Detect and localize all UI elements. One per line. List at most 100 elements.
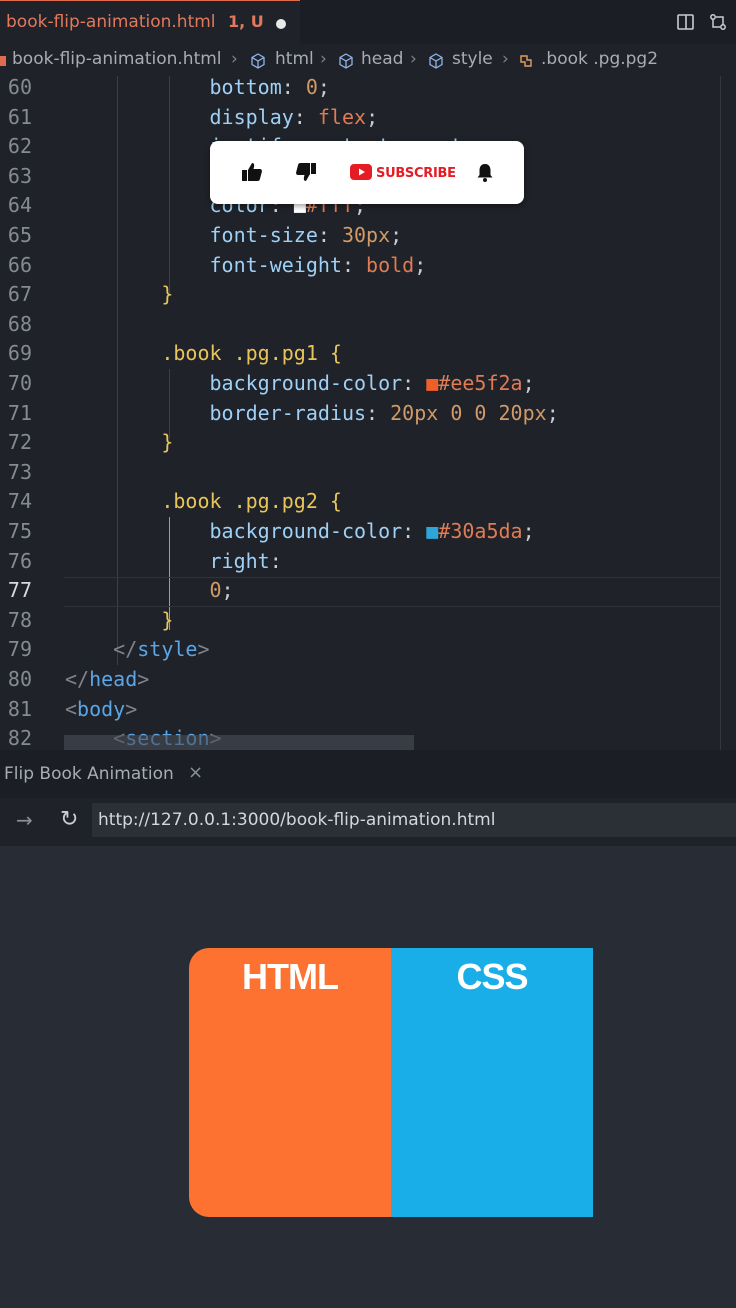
code-text: <body> (65, 696, 138, 721)
code-text: bottom: 0; (209, 76, 330, 99)
line-number: 80 (7, 667, 32, 691)
page-2-label: CSS (456, 956, 528, 997)
line-number: 76 (7, 548, 32, 573)
code-text: } (161, 607, 174, 632)
tab-git-status: 1, U (228, 12, 264, 31)
subscribe-overlay (210, 141, 524, 204)
breadcrumb: book-flip-animation.html › html › head ›… (0, 44, 736, 76)
youtube-logo-icon (350, 164, 372, 180)
thumbs-up-icon[interactable] (240, 161, 264, 183)
code-line[interactable]: 78 } (0, 606, 736, 635)
code-line[interactable]: 74 .book .pg.pg2 { (0, 487, 736, 516)
compare-changes-icon[interactable] (708, 12, 728, 32)
code-line[interactable]: 72 } (0, 428, 736, 457)
subscribe-button[interactable]: SUBSCRIBE (376, 166, 456, 181)
line-number: 75 (7, 519, 32, 543)
code-text: display: flex; (209, 104, 379, 129)
code-line[interactable]: 81 <body> (0, 695, 736, 724)
code-line[interactable]: 73 (0, 458, 736, 487)
breadcrumb-html[interactable]: html (275, 49, 314, 69)
horizontal-scrollbar[interactable] (64, 735, 414, 750)
code-line[interactable]: 76 right: (0, 547, 736, 576)
url-input[interactable] (92, 803, 736, 837)
line-number: 72 (7, 430, 32, 455)
line-number: 67 (7, 282, 32, 307)
code-text: .book .pg.pg1 { (161, 341, 342, 366)
split-editor-icon[interactable] (676, 12, 696, 32)
code-text: </style> (113, 637, 210, 662)
code-line[interactable]: 60 bottom: 0; (0, 76, 736, 102)
line-number: 71 (7, 400, 32, 425)
line-number: 68 (7, 311, 32, 336)
code-line[interactable]: 79 </style> (0, 635, 736, 664)
line-number: 73 (7, 459, 32, 484)
breadcrumb-style[interactable]: style (452, 49, 493, 69)
browser-tab-title[interactable]: Flip Book Animation (4, 764, 174, 784)
code-text: } (161, 430, 174, 455)
element-cube-icon (339, 53, 353, 69)
chevron-right-icon: › (410, 49, 417, 69)
minimap-separator (720, 76, 721, 750)
breadcrumb-selector[interactable]: .book .pg.pg2 (541, 49, 658, 69)
code-line[interactable]: 75 background-color: ■#30a5da; (0, 517, 736, 546)
code-text: right: (209, 548, 282, 573)
forward-arrow-icon[interactable]: → (16, 808, 33, 832)
unsaved-dot-icon[interactable] (276, 19, 286, 29)
line-number: 78 (7, 607, 32, 632)
code-line[interactable]: 77 0; (0, 576, 736, 605)
chevron-right-icon: › (502, 49, 509, 69)
line-number: 69 (7, 341, 32, 366)
code-line[interactable]: 69 .book .pg.pg1 { (0, 339, 736, 368)
line-number: 64 (7, 193, 32, 218)
thumbs-down-icon[interactable] (294, 161, 318, 183)
css-selector-icon (520, 55, 532, 67)
line-number: 66 (7, 252, 32, 277)
code-line[interactable]: 70 background-color: ■#ee5f2a; (0, 369, 736, 398)
element-cube-icon (251, 53, 265, 69)
line-number: 74 (7, 489, 32, 514)
line-number: 60 (7, 76, 32, 99)
line-number: 81 (7, 696, 32, 721)
line-number: 63 (7, 163, 32, 188)
close-icon[interactable]: × (188, 762, 203, 783)
code-line[interactable]: 68 (0, 310, 736, 339)
code-line[interactable]: 65 font-size: 30px; (0, 221, 736, 250)
code-line[interactable]: 71 border-radius: 20px 0 0 20px; (0, 399, 736, 428)
browser-panel-header: Flip Book Animation × (0, 750, 736, 798)
book-page-1: HTML (189, 948, 391, 1217)
code-line[interactable]: 67 } (0, 280, 736, 309)
editor-tab-bar: book-flip-animation.html 1, U (0, 0, 736, 44)
line-number: 70 (7, 371, 32, 395)
breadcrumb-file[interactable]: book-flip-animation.html (12, 49, 222, 69)
chevron-right-icon: › (320, 49, 327, 69)
code-line[interactable]: 61 display: flex; (0, 103, 736, 132)
element-cube-icon (429, 53, 443, 69)
line-number: 62 (7, 134, 32, 159)
code-line[interactable]: 66 font-weight: bold; (0, 251, 736, 280)
book: HTML CSS (189, 948, 593, 1217)
bell-icon[interactable] (476, 163, 494, 183)
code-text: 0; (209, 578, 234, 603)
line-number: 82 (7, 726, 32, 750)
line-number: 65 (7, 223, 32, 247)
breadcrumb-head[interactable]: head (361, 49, 403, 69)
code-text: font-weight: bold; (209, 252, 427, 277)
reload-icon[interactable]: ↻ (60, 807, 78, 832)
page-1-label: HTML (242, 956, 339, 997)
code-text: font-size: 30px; (209, 223, 403, 247)
code-text: background-color: ■#30a5da; (209, 519, 535, 543)
html-file-icon (0, 56, 6, 66)
line-number: 79 (7, 637, 32, 662)
browser-address-bar: → ↻ (0, 798, 736, 846)
code-line[interactable]: 80 </head> (0, 665, 736, 694)
line-number: 61 (7, 104, 32, 129)
tab-filename: book-flip-animation.html (6, 12, 216, 32)
chevron-right-icon: › (231, 49, 238, 69)
code-text: .book .pg.pg2 { (161, 489, 342, 514)
book-page-2: CSS (391, 948, 593, 1217)
code-text: } (161, 282, 174, 307)
line-number: 77 (7, 578, 32, 603)
code-text: background-color: ■#ee5f2a; (209, 371, 535, 395)
editor-tab[interactable]: book-flip-animation.html 1, U (0, 0, 300, 44)
code-text: border-radius: 20px 0 0 20px; (209, 400, 559, 425)
